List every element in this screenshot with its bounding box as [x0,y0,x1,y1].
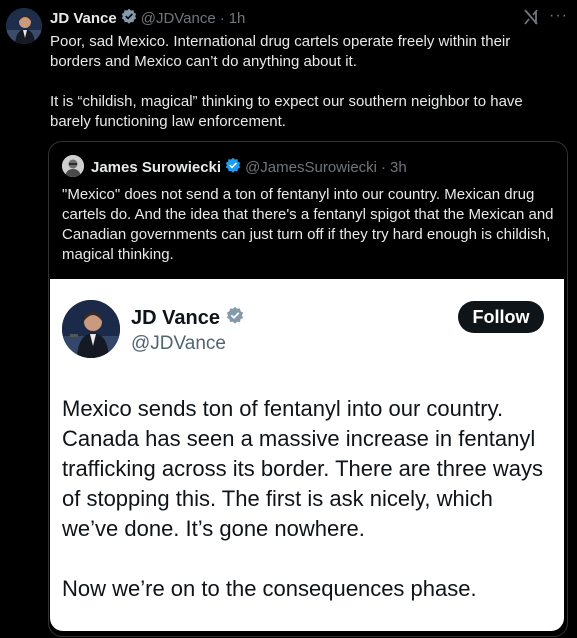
verified-badge-icon [121,8,137,28]
author-name[interactable]: JD Vance [50,10,117,27]
author-handle[interactable]: @JDVance [141,10,216,27]
separator-dot: · [381,158,387,176]
verified-badge-icon [226,306,244,330]
tweet-paragraph-2: It is “childish, magical” thinking to ex… [50,93,523,130]
card-author-name: JD Vance [131,306,220,329]
grok-icon[interactable] [523,8,539,31]
separator-dot: · [219,9,225,27]
card-header-name: JD Vance [131,307,248,329]
tweet-paragraph-1: Poor, sad Mexico. International drug car… [50,33,511,70]
follow-button[interactable]: Follow [458,301,544,333]
quoted-author-name: James Surowiecki [91,158,222,176]
quoted-author-avatar [62,155,84,177]
card-author-avatar [62,300,120,358]
card-paragraph-2: Now we’re on to the consequences phase. [62,576,477,601]
tweet-text: Poor, sad Mexico. International drug car… [50,32,565,132]
main-tweet: JD Vance @JDVance · 1h ··· Poor, sad Mex… [0,0,577,638]
quoted-tweet-text: "Mexico" does not send a ton of fentanyl… [62,186,554,263]
author-avatar[interactable] [6,8,42,44]
more-options-icon[interactable]: ··· [549,7,568,25]
embedded-tweet-image[interactable]: JD Vance @JDVance Follow Mexico sends to… [50,279,564,631]
quoted-tweet[interactable]: James Surowiecki @JamesSurowiecki · 3h "… [48,141,568,637]
tweet-time[interactable]: 1h [229,10,246,27]
quoted-tweet-time: 3h [390,158,407,176]
quoted-author-handle: @JamesSurowiecki [245,158,378,176]
tweet-header: JD Vance @JDVance · 1h [50,8,246,28]
card-author-handle: @JDVance [131,333,226,354]
quoted-tweet-header: James Surowiecki @JamesSurowiecki · 3h [91,157,407,177]
card-tweet-text: Mexico sends ton of fentanyl into our co… [62,394,552,604]
card-paragraph-1: Mexico sends ton of fentanyl into our co… [62,396,543,541]
card-header-handle: @JDVance [131,333,226,355]
verified-badge-icon [225,157,241,177]
